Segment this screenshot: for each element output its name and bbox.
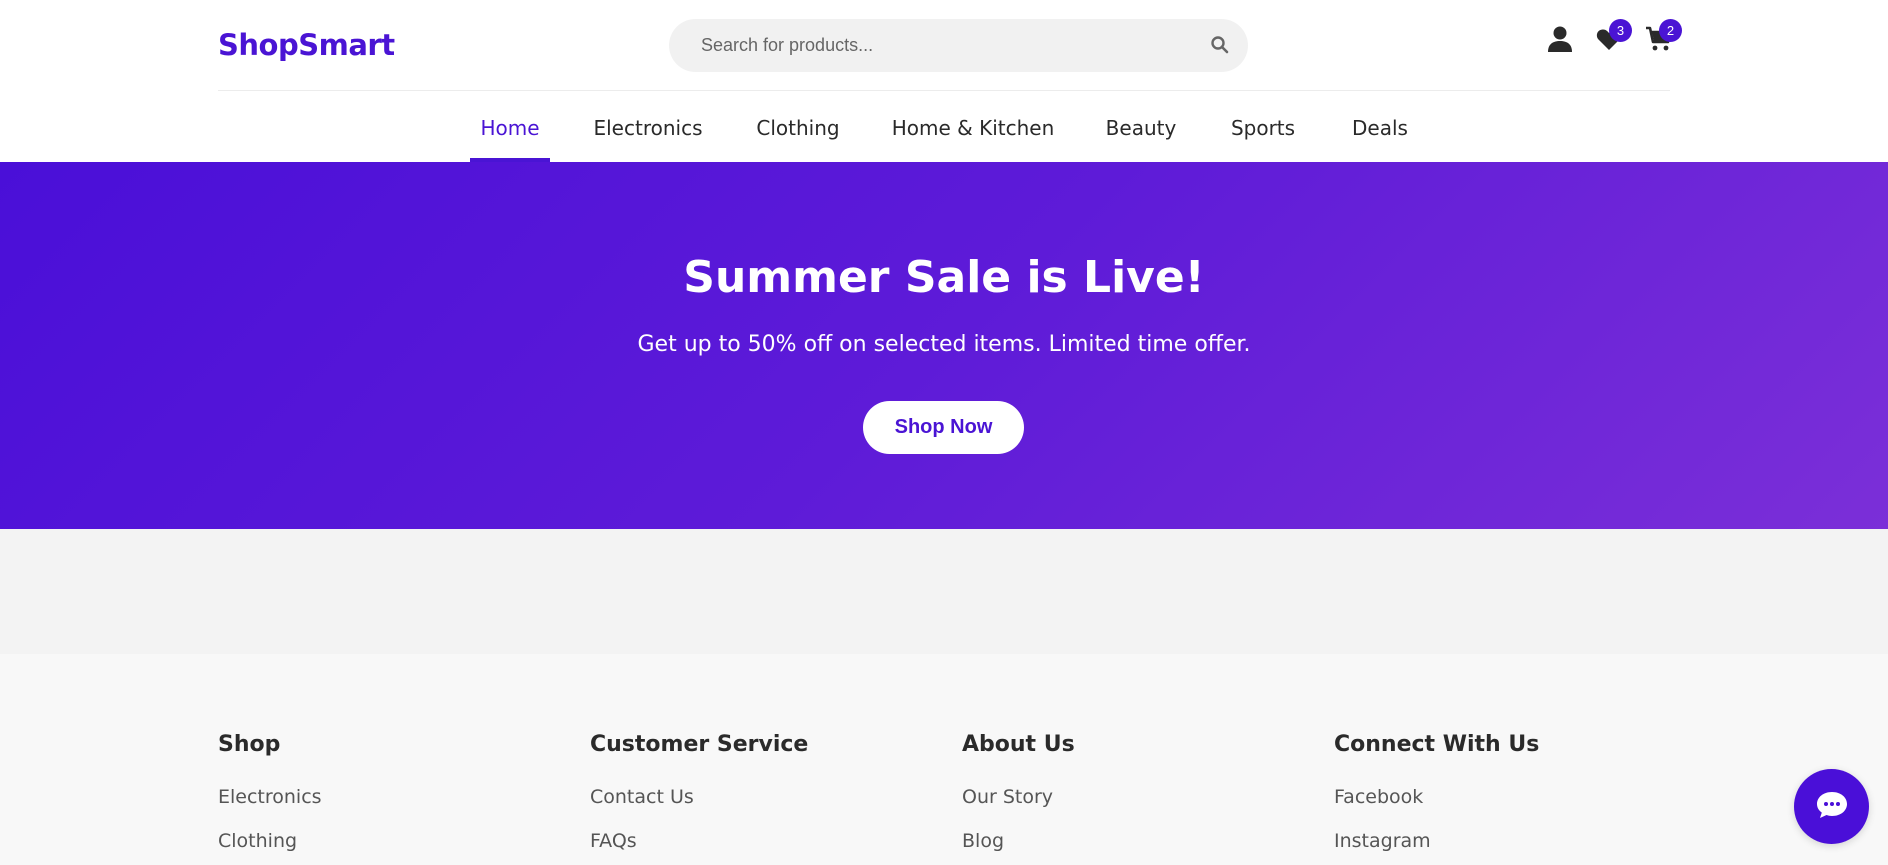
- nav-item-label: Home & Kitchen: [891, 116, 1055, 140]
- nav-item-home[interactable]: Home: [470, 91, 550, 162]
- footer-heading: About Us: [962, 732, 1075, 757]
- logo[interactable]: ShopSmart: [218, 28, 395, 62]
- nav-item-label: Home: [480, 116, 540, 140]
- nav-item-label: Clothing: [756, 116, 840, 140]
- search-bar: [669, 19, 1248, 72]
- footer-column-shop: Shop Electronics Clothing: [218, 732, 578, 852]
- footer-link[interactable]: Facebook: [1334, 786, 1423, 808]
- footer-column-customer-service: Customer Service Contact Us FAQs: [590, 732, 950, 852]
- search-icon[interactable]: [1210, 35, 1230, 55]
- hero-banner: Summer Sale is Live! Get up to 50% off o…: [0, 162, 1888, 529]
- footer-heading: Customer Service: [590, 732, 809, 757]
- hero-subtitle: Get up to 50% off on selected items. Lim…: [637, 332, 1251, 357]
- search-input[interactable]: [669, 19, 1248, 72]
- content-area: [0, 529, 1888, 654]
- footer-link[interactable]: Blog: [962, 830, 1004, 852]
- cart-button[interactable]: 2: [1644, 19, 1682, 56]
- chat-icon: [1815, 790, 1849, 824]
- footer-link[interactable]: FAQs: [590, 830, 637, 852]
- hero-title: Summer Sale is Live!: [683, 252, 1205, 303]
- nav-item-clothing[interactable]: Clothing: [748, 91, 848, 162]
- user-icon: [1547, 25, 1573, 57]
- footer-link[interactable]: Contact Us: [590, 786, 694, 808]
- wishlist-count-badge: 3: [1609, 19, 1632, 42]
- nav-item-beauty[interactable]: Beauty: [1101, 91, 1181, 162]
- footer-link[interactable]: Our Story: [962, 786, 1053, 808]
- nav-item-label: Beauty: [1105, 116, 1177, 140]
- main-nav: Home Electronics Clothing Home & Kitchen…: [0, 91, 1888, 162]
- nav-item-label: Deals: [1352, 116, 1408, 140]
- account-button[interactable]: [1545, 26, 1575, 56]
- nav-item-electronics[interactable]: Electronics: [585, 91, 711, 162]
- chat-button[interactable]: [1794, 769, 1869, 844]
- nav-item-home-kitchen[interactable]: Home & Kitchen: [887, 91, 1059, 162]
- footer-link[interactable]: Instagram: [1334, 830, 1431, 852]
- footer-heading: Shop: [218, 732, 281, 757]
- nav-item-label: Electronics: [593, 116, 703, 140]
- nav-item-sports[interactable]: Sports: [1225, 91, 1301, 162]
- nav-item-deals[interactable]: Deals: [1347, 91, 1413, 162]
- wishlist-button[interactable]: 3: [1594, 19, 1632, 56]
- site-footer: Shop Electronics Clothing Customer Servi…: [0, 654, 1888, 865]
- footer-column-about-us: About Us Our Story Blog: [962, 732, 1322, 852]
- footer-link[interactable]: Electronics: [218, 786, 322, 808]
- footer-heading: Connect With Us: [1334, 732, 1540, 757]
- shop-now-button[interactable]: Shop Now: [863, 401, 1024, 454]
- site-header: ShopSmart 3 2 Home: [0, 0, 1888, 162]
- footer-column-connect: Connect With Us Facebook Instagram: [1334, 732, 1694, 852]
- header-top-bar: ShopSmart 3 2: [218, 0, 1682, 91]
- footer-link[interactable]: Clothing: [218, 830, 297, 852]
- nav-item-label: Sports: [1230, 116, 1296, 140]
- cart-count-badge: 2: [1659, 19, 1682, 42]
